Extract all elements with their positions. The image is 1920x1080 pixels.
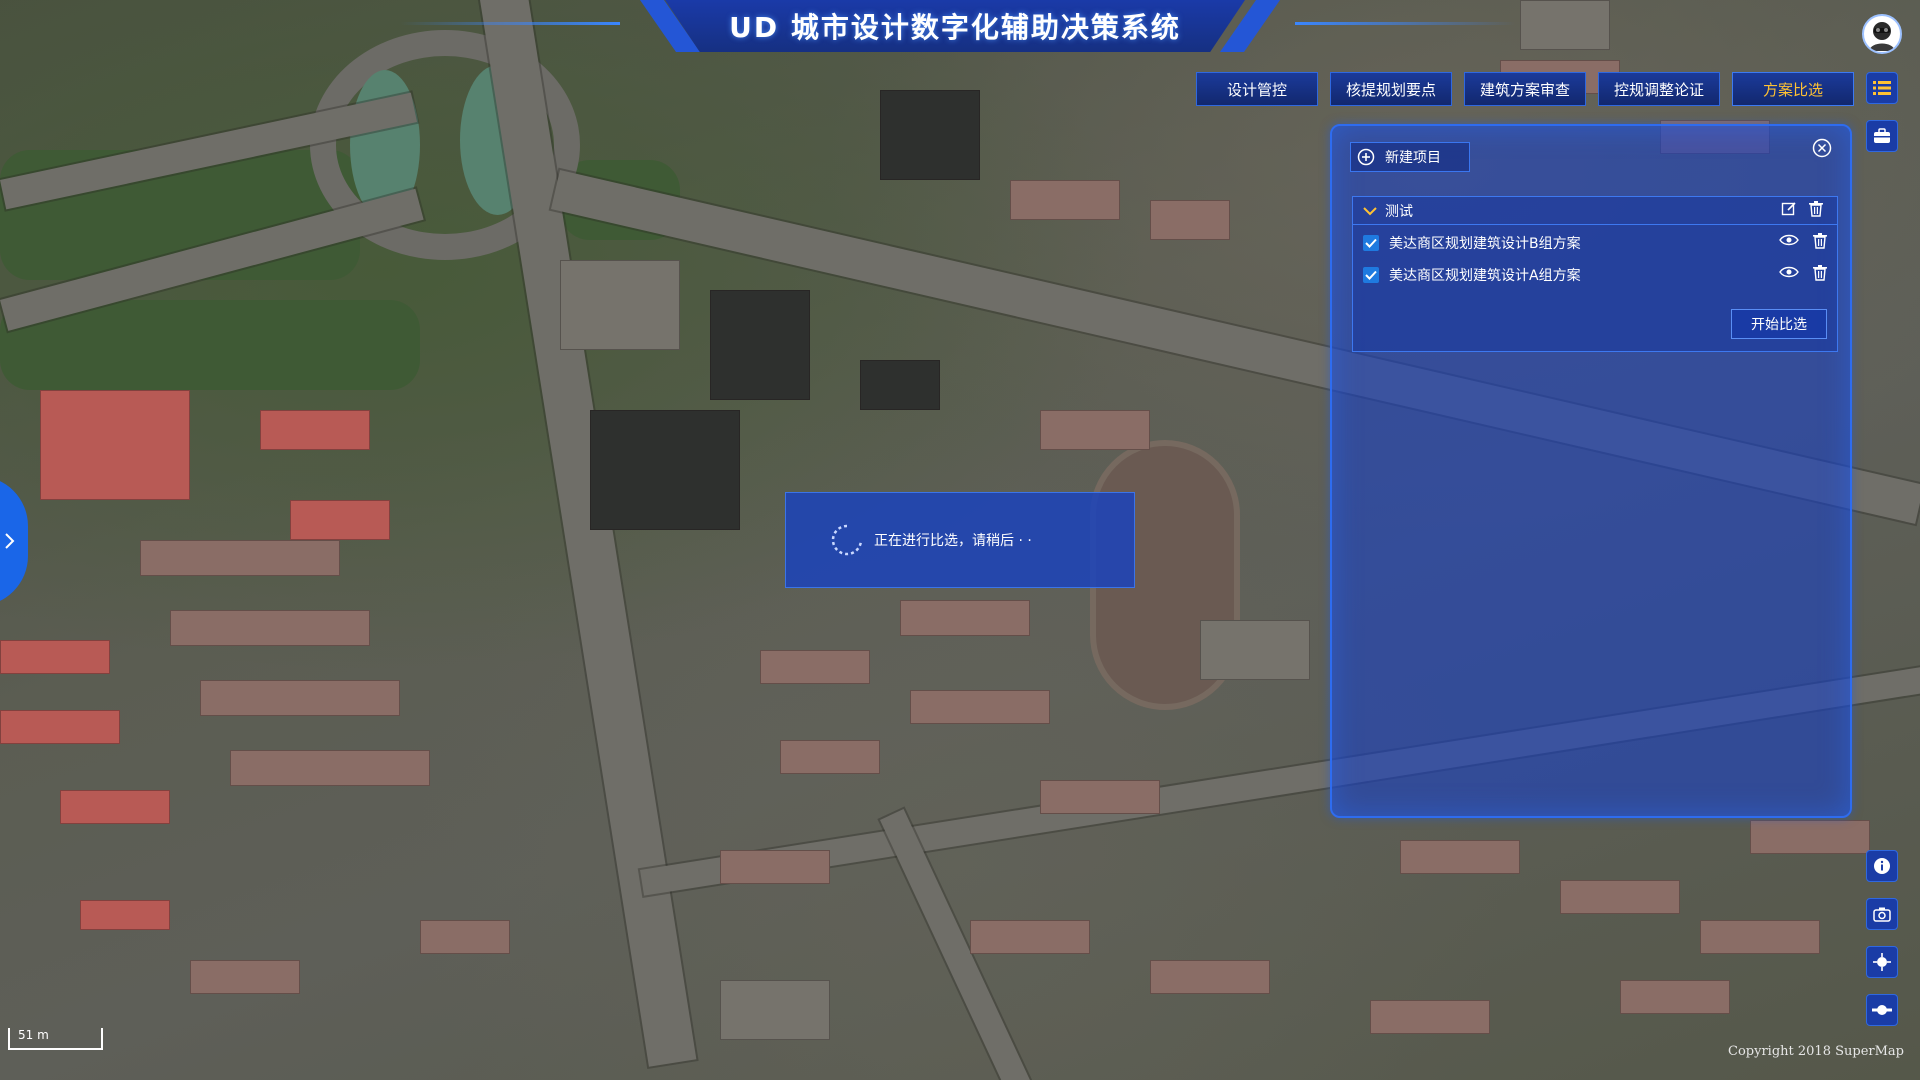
copyright-text: Copyright 2018 SuperMap [1728,1044,1904,1059]
eye-toggle-icon[interactable] [1866,994,1898,1026]
nav-regulatory-adjust[interactable]: 控规调整论证 [1598,72,1720,106]
new-project-label: 新建项目 [1385,150,1441,166]
trash-icon[interactable] [1813,233,1827,249]
map-building [80,900,170,930]
eye-icon[interactable] [1779,265,1799,279]
nav-design-control[interactable]: 设计管控 [1196,72,1318,106]
map-building [1620,980,1730,1014]
map-building [780,740,880,774]
map-building [190,960,300,994]
plus-circle-icon [1357,148,1375,166]
item-checkbox[interactable] [1363,235,1379,251]
check-icon [1365,238,1377,248]
project-group: 测试 美达商区规划建筑设计B组方案 美达商区规划建筑设计A组方案 开始比选 [1352,196,1838,352]
map-building [1520,0,1610,50]
map-building [880,90,980,180]
map-building [230,750,430,786]
map-building [40,390,190,500]
map-building [1700,920,1820,954]
app-header: UD 城市设计数字化辅助决策系统 [665,0,1245,52]
trash-icon[interactable] [1813,265,1827,281]
check-icon [1365,270,1377,280]
list-item[interactable]: 美达商区规划建筑设计A组方案 [1363,261,1829,289]
app-title: UD 城市设计数字化辅助决策系统 [729,11,1181,44]
map-building [170,610,370,646]
map-building [200,680,400,716]
info-icon[interactable] [1866,850,1898,882]
map-building [1200,620,1310,680]
map-building [710,290,810,400]
avatar-icon [1869,22,1895,51]
chevron-right-icon [5,533,15,549]
map-building [910,690,1050,724]
map-building [970,920,1090,954]
map-building [0,640,110,674]
map-building [900,600,1030,636]
nav-building-review[interactable]: 建筑方案审查 [1464,72,1586,106]
close-icon[interactable] [1812,138,1832,158]
eye-icon[interactable] [1779,233,1799,247]
item-label: 美达商区规划建筑设计A组方案 [1389,268,1581,284]
map-building [60,790,170,824]
scale-label: 51 m [18,1028,49,1042]
map-building [1040,780,1160,814]
list-icon[interactable] [1866,72,1898,104]
toolbox-icon[interactable] [1866,120,1898,152]
chevron-down-icon[interactable] [1363,206,1377,216]
item-checkbox[interactable] [1363,267,1379,283]
map-building [560,260,680,350]
loading-message: 正在进行比选，请稍后 · · [874,533,1032,549]
scheme-compare-panel: 新建项目 测试 美达商区规划建筑设计B组方案 美达商区规划建筑设计A组方案 开始… [1330,124,1852,818]
camera-icon[interactable] [1866,898,1898,930]
loading-dialog: 正在进行比选，请稍后 · · [785,492,1135,588]
map-building [1400,840,1520,874]
list-item[interactable]: 美达商区规划建筑设计B组方案 [1363,229,1829,257]
locate-icon[interactable] [1866,946,1898,978]
map-building [860,360,940,410]
map-building [1750,820,1870,854]
edit-icon[interactable] [1781,201,1797,217]
new-project-button[interactable]: 新建项目 [1350,142,1470,172]
item-label: 美达商区规划建筑设计B组方案 [1389,236,1581,252]
map-building [290,500,390,540]
map-building [420,920,510,954]
header-deco-line [1295,22,1515,25]
trash-icon[interactable] [1809,201,1823,217]
map-building [140,540,340,576]
map-building [260,410,370,450]
map-building [590,410,740,530]
map-building [1560,880,1680,914]
spinner-icon [831,524,863,556]
user-avatar[interactable] [1862,14,1902,54]
map-building [1150,960,1270,994]
map-building [1370,1000,1490,1034]
nav-scheme-compare[interactable]: 方案比选 [1732,72,1854,106]
map-building [0,710,120,744]
map-building [720,980,830,1040]
header-deco-line [400,22,620,25]
map-building [1010,180,1120,220]
group-header[interactable]: 测试 [1353,197,1837,225]
map-building [1040,410,1150,450]
group-name: 测试 [1385,203,1413,220]
start-compare-button[interactable]: 开始比选 [1731,309,1827,339]
map-scale-bar: 51 m [8,1028,103,1050]
map-building [720,850,830,884]
map-building [1150,200,1230,240]
map-building [760,650,870,684]
nav-planning-points[interactable]: 核提规划要点 [1330,72,1452,106]
